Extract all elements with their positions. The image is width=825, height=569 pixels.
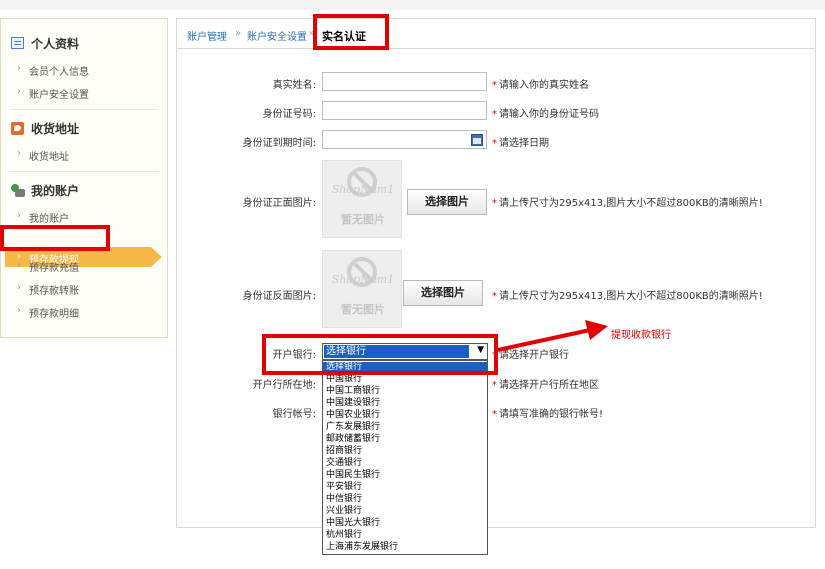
sidebar-item-security-settings[interactable]: › 账户安全设置 <box>17 86 89 101</box>
bank-option[interactable]: 邮政储蓄银行 <box>323 434 487 444</box>
bank-option[interactable]: 上海浦东发展银行 <box>323 542 487 552</box>
bank-location-label: 开户行所在地: <box>252 380 316 391</box>
bank-option[interactable]: 中国光大银行 <box>323 518 487 528</box>
real-name-label: 真实姓名: <box>272 80 316 91</box>
top-strip <box>0 0 825 10</box>
main-panel: 账户管理 » 账户安全设置 » 实名认证 <box>176 18 816 528</box>
bank-option[interactable]: 中国银行 <box>323 374 487 384</box>
id-expiry-input[interactable] <box>322 130 487 149</box>
sidebar-item-transfer[interactable]: › 预存款转账 <box>17 282 79 297</box>
id-expiry-label: 身份证到期时间: <box>242 138 316 149</box>
sidebar-item-shipping-address[interactable]: › 收货地址 <box>17 148 69 163</box>
bank-option[interactable]: 平安银行 <box>323 482 487 492</box>
id-back-label: 身份证反面图片: <box>242 291 316 302</box>
id-number-input[interactable] <box>322 101 487 120</box>
address-icon <box>11 122 24 135</box>
id-number-hint: * 请输入你的身份证号码 <box>492 109 599 120</box>
sidebar-section-title: 收货地址 <box>31 122 80 136</box>
bank-account-label: 银行帐号: <box>272 409 316 420</box>
account-icon <box>11 184 25 197</box>
bank-dropdown-list[interactable]: 选择银行 中国银行 中国工商银行 中国建设银行 中国农业银行 广东发展银行 邮政… <box>322 360 488 555</box>
bank-option[interactable]: 杭州银行 <box>323 530 487 540</box>
sidebar-section-title: 我的账户 <box>31 184 80 198</box>
bank-option[interactable]: 中国民生银行 <box>323 470 487 480</box>
chevron-right-icon: › <box>17 210 21 221</box>
id-expiry-hint: * 请选择日期 <box>492 138 549 149</box>
breadcrumb-security-settings[interactable]: 账户安全设置 <box>247 28 307 43</box>
sidebar-item-my-account[interactable]: › 我的账户 <box>17 210 69 225</box>
breadcrumb-account-management[interactable]: 账户管理 <box>187 28 227 43</box>
id-front-label: 身份证正面图片: <box>242 198 316 209</box>
sidebar-item-details[interactable]: › 预存款明细 <box>17 305 79 320</box>
chevron-right-icon: › <box>17 148 21 159</box>
id-back-placeholder-image: ShopNum1 暂无图片 <box>322 250 402 328</box>
breadcrumb-separator: » <box>235 28 242 39</box>
bank-location-hint: * 请选择开户行所在地区 <box>492 380 599 391</box>
annotation-label: 提现收款银行 <box>611 330 671 341</box>
sidebar-divider <box>9 109 159 110</box>
id-number-label: 身份证号码: <box>262 109 316 120</box>
bank-hint: * 请选择开户银行 <box>492 350 569 361</box>
highlight-box-bank <box>262 334 498 375</box>
highlight-box-breadcrumb <box>313 14 389 50</box>
id-front-placeholder-image: ShopNum1 暂无图片 <box>322 160 402 238</box>
id-back-hint: * 请上传尺寸为295x413,图片大小不超过800KB的清晰照片! <box>492 291 763 302</box>
chevron-right-icon: › <box>17 305 21 316</box>
bank-option[interactable]: 广东发展银行 <box>323 422 487 432</box>
chevron-right-icon: › <box>17 63 21 74</box>
id-back-select-button[interactable]: 选择图片 <box>403 280 483 306</box>
bank-option[interactable]: 中国建设银行 <box>323 398 487 408</box>
bank-account-hint: * 请填写准确的银行帐号! <box>492 409 604 420</box>
real-name-hint: * 请输入你的真实姓名 <box>492 80 589 91</box>
bank-option[interactable]: 中国工商银行 <box>323 386 487 396</box>
calendar-icon[interactable] <box>471 134 483 146</box>
bank-option[interactable]: 兴业银行 <box>323 506 487 516</box>
sidebar-item-recharge[interactable]: › 预存款充值 <box>17 259 79 274</box>
highlight-box-withdraw <box>0 225 110 251</box>
sidebar: 个人资料 › 会员个人信息 › 账户安全设置 收货地址 › 收货地址 我的账户 … <box>0 18 168 338</box>
sidebar-item-member-info[interactable]: › 会员个人信息 <box>17 63 89 78</box>
sidebar-section-title: 个人资料 <box>31 37 80 51</box>
profile-card-icon <box>11 37 24 49</box>
chevron-right-icon: › <box>17 86 21 97</box>
chevron-right-icon: › <box>17 282 21 293</box>
id-front-hint: * 请上传尺寸为295x413,图片大小不超过800KB的清晰照片! <box>492 198 763 209</box>
bank-option[interactable]: 中国农业银行 <box>323 410 487 420</box>
bank-option[interactable]: 中信银行 <box>323 494 487 504</box>
sidebar-divider <box>9 171 159 172</box>
bank-option[interactable]: 交通银行 <box>323 458 487 468</box>
bank-option[interactable]: 招商银行 <box>323 446 487 456</box>
real-name-input[interactable] <box>322 72 487 91</box>
breadcrumb: 账户管理 » 账户安全设置 » 实名认证 <box>177 19 815 49</box>
chevron-right-icon: › <box>17 259 21 270</box>
id-front-select-button[interactable]: 选择图片 <box>407 189 487 215</box>
